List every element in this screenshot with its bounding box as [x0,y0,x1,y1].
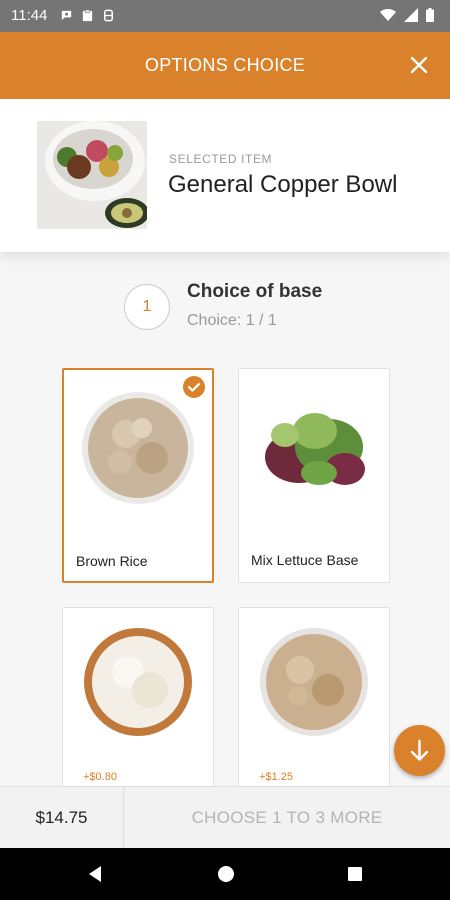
brown-rice-image [64,388,212,508]
item-image [37,121,147,229]
arrow-down-icon [410,739,429,761]
step-number-badge: 1 [124,284,170,330]
signal-icon [404,8,418,22]
choose-more-button[interactable]: CHOOSE 1 TO 3 MORE [124,787,450,849]
selected-item-card: SELECTED ITEM General Copper Bowl [0,99,450,252]
step-title: Choice of base [187,281,323,302]
recents-icon[interactable] [345,864,365,884]
scroll-down-button[interactable] [394,725,445,776]
clipboard-icon [82,9,93,22]
storage-icon [104,9,113,22]
bottom-action-bar: $14.75 CHOOSE 1 TO 3 MORE [0,786,450,849]
home-icon[interactable] [216,864,236,884]
selected-item-label: SELECTED ITEM [169,152,273,166]
mix-lettuce-image [239,387,389,507]
system-nav-bar [0,848,450,900]
total-price: $14.75 [0,787,124,849]
cheese-image [63,626,213,746]
chat-icon [61,10,72,21]
back-icon[interactable] [85,864,105,884]
wifi-icon [380,8,396,21]
option-card-mix-lettuce[interactable]: Mix Lettuce Base [238,368,390,583]
option-price: +$1.25 [259,771,293,783]
item-name: General Copper Bowl [168,171,398,198]
option-label: Mix Lettuce Base [251,552,359,568]
close-icon[interactable] [406,52,432,78]
options-header: OPTIONS CHOICE [0,32,450,99]
status-bar: 11:44 [0,0,450,32]
header-title: OPTIONS CHOICE [144,55,306,75]
option-label: Brown Rice [76,553,148,569]
selected-check-icon [183,376,205,398]
option-card-brown-rice[interactable]: Brown Rice [62,368,214,583]
step-subtitle: Choice: 1 / 1 [187,312,277,329]
status-time: 11:44 [11,7,48,24]
quinoa-image [239,626,389,746]
option-price: +$0.80 [83,771,117,783]
battery-icon [426,8,434,22]
